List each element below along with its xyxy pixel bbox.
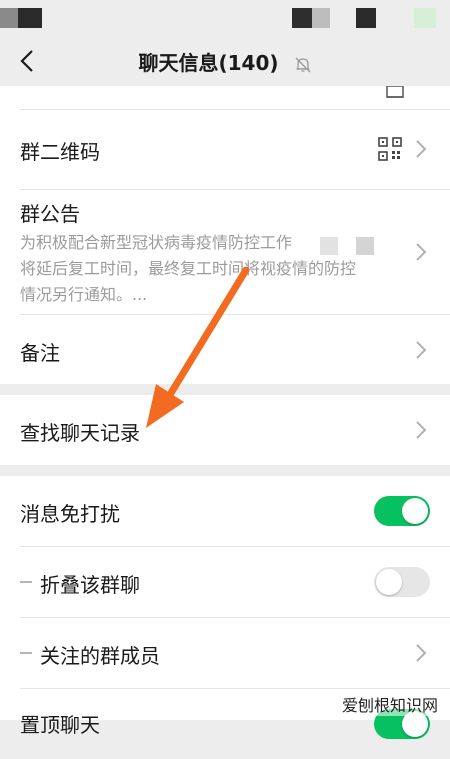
pin-chat-label: 置顶聊天	[20, 713, 100, 737]
followed-members-label: 关注的群成员	[40, 644, 160, 668]
page-title: 聊天信息(140)	[138, 51, 279, 75]
group-notice-line: 情况另行通知。...	[20, 285, 148, 304]
status-icon	[356, 8, 376, 28]
followed-members-row[interactable]: 关注的群成员	[0, 618, 450, 688]
mute-toggle[interactable]	[374, 496, 430, 526]
qr-code-icon-partial	[386, 86, 404, 98]
status-bar	[0, 0, 450, 36]
fold-chat-toggle[interactable]	[374, 567, 430, 597]
pixelated-block	[320, 237, 338, 255]
group-notice-row[interactable]: 群公告 为积极配合新型冠状病毒疫情防控工作 将延后复工时间，最终复工时间将视疫情…	[0, 190, 450, 314]
group-notice-line: 将延后复工时间，最终复工时间将视疫情的防控	[20, 259, 357, 278]
qr-code-label: 群二维码	[20, 140, 100, 164]
remark-label: 备注	[20, 341, 60, 365]
status-icon	[312, 8, 330, 28]
mute-label: 消息免打扰	[20, 502, 120, 526]
nav-bar: 聊天信息(140)	[0, 36, 450, 86]
chevron-right-icon	[416, 140, 427, 158]
settings-section: 消息免打扰 折叠该群聊 关注的群成员 置顶聊天	[0, 476, 450, 739]
indent-dash	[20, 652, 32, 654]
group-notice-label: 群公告	[20, 202, 80, 226]
battery-icon	[414, 8, 436, 28]
chevron-right-icon	[416, 341, 427, 359]
search-history-label: 查找聊天记录	[20, 421, 140, 445]
remark-row[interactable]: 备注	[0, 315, 450, 384]
page-title-wrap: 聊天信息(140)	[0, 47, 450, 76]
status-icon	[18, 8, 42, 28]
search-section: 查找聊天记录	[0, 395, 450, 465]
mute-row: 消息免打扰	[0, 476, 450, 546]
qr-code-row[interactable]: 群二维码	[0, 110, 450, 189]
search-history-row[interactable]: 查找聊天记录	[0, 395, 450, 465]
group-info-section: 群二维码 群公告 为积极配合新型冠状病毒疫情防控工作 将延后复工时间，最终复工时…	[0, 86, 450, 384]
fold-chat-label: 折叠该群聊	[40, 573, 140, 597]
chevron-right-icon	[416, 243, 427, 261]
qr-code-icon	[378, 137, 402, 161]
chevron-right-icon	[416, 421, 427, 439]
toggle-knob	[376, 569, 402, 595]
fold-chat-row: 折叠该群聊	[0, 547, 450, 617]
bell-muted-icon	[295, 57, 310, 72]
toggle-knob	[402, 498, 428, 524]
indent-dash	[20, 581, 32, 583]
pixelated-block	[356, 237, 374, 255]
watermark: 爱刨根知识网	[337, 692, 442, 716]
status-icon	[0, 8, 18, 28]
chevron-right-icon	[416, 644, 427, 662]
status-icon	[292, 8, 312, 28]
